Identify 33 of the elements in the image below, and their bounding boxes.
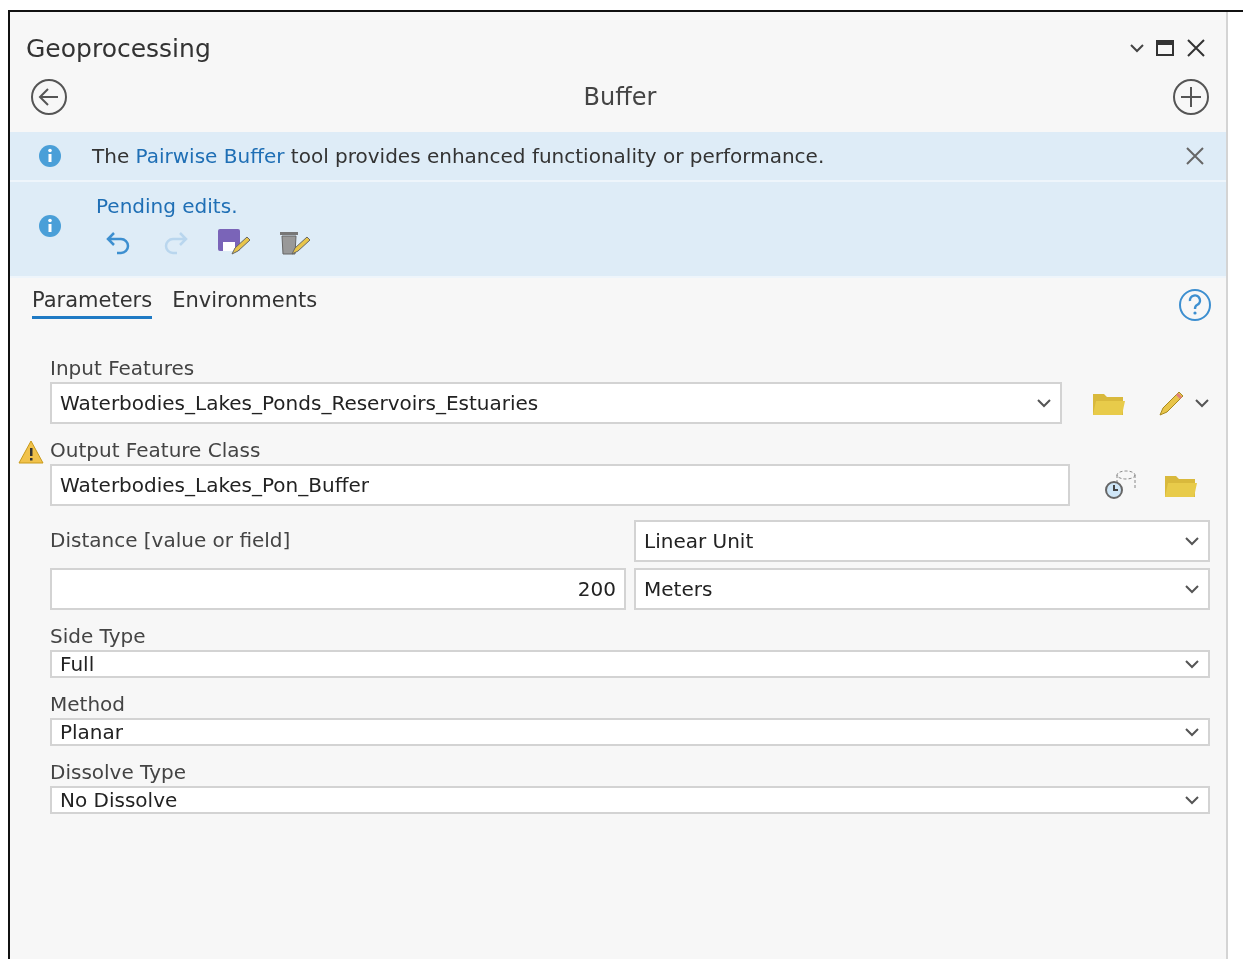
- info-message: The Pairwise Buffer tool provides enhanced functionality or performance.: [92, 144, 826, 168]
- chevron-down-icon: [1184, 584, 1200, 594]
- parameter-label: Input Features: [50, 356, 196, 380]
- parameter-label: Side Type: [50, 624, 147, 648]
- tool-link[interactable]: Pairwise Buffer: [135, 144, 285, 168]
- distance-field[interactable]: 200: [50, 568, 626, 610]
- chevron-down-icon: [1184, 536, 1200, 546]
- info-icon: [38, 144, 62, 168]
- tool-title: Buffer: [582, 83, 658, 111]
- pending-edits-text: Pending edits.: [96, 194, 239, 218]
- pane-title: Geoprocessing: [26, 33, 212, 63]
- parameter-label: Distance [value or field]: [50, 528, 292, 552]
- chevron-down-icon: [1184, 727, 1200, 737]
- parameter-label: Method: [50, 692, 126, 716]
- help-icon[interactable]: [1178, 288, 1212, 322]
- pane-tab[interactable]: Environments: [172, 288, 318, 319]
- chevron-down-icon: [1194, 398, 1210, 408]
- save-edits-button[interactable]: [216, 226, 250, 258]
- info-icon: [38, 214, 62, 238]
- parameter-dropdown[interactable]: No Dissolve: [50, 786, 1210, 814]
- chevron-down-icon: [1184, 659, 1200, 669]
- chevron-down-icon: [1036, 398, 1052, 408]
- input-features-dropdown[interactable]: Waterbodies_Lakes_Ponds_Reservoirs_Estuaries: [50, 382, 1062, 424]
- unit-dropdown[interactable]: Meters: [634, 568, 1210, 610]
- parameter-label: Output Feature Class: [50, 438, 262, 462]
- unit-type-dropdown[interactable]: Linear Unit: [634, 520, 1210, 562]
- chevron-down-icon: [1184, 795, 1200, 805]
- database-clock-icon[interactable]: [1104, 469, 1138, 501]
- parameter-label: Dissolve Type: [50, 760, 188, 784]
- parameter-dropdown[interactable]: Planar: [50, 718, 1210, 746]
- output-feature-class-field[interactable]: Waterbodies_Lakes_Pon_Buffer: [50, 464, 1070, 506]
- pane-tab[interactable]: Parameters: [32, 288, 153, 319]
- parameter-dropdown[interactable]: Full: [50, 650, 1210, 678]
